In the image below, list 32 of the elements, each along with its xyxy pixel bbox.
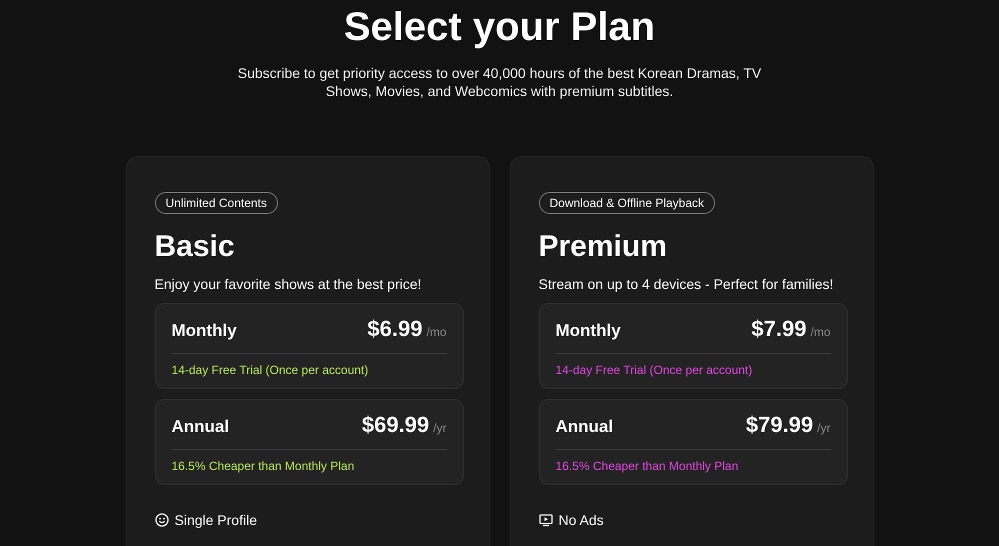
price-unit: /mo [810,325,830,339]
option-note: 16.5% Cheaper than Monthly Plan [556,459,740,474]
page-title: Select your Plan [342,4,656,51]
price-option[interactable]: Annual $79.99 /yr 16.5% Cheaper than Monthly Plan [538,399,848,485]
option-note: 16.5% Cheaper than Monthly Plan [172,459,356,474]
price-option[interactable]: Monthly $7.99 /mo 14-day Free Trial (Once per account) [538,303,848,389]
billing-period: Monthly [172,320,237,342]
price: $7.99 [751,316,806,341]
option-note: 14-day Free Trial (Once per account) [172,363,370,378]
option-note: 14-day Free Trial (Once per account) [556,363,754,378]
plan-name: Premium [538,229,668,265]
feature-label: No Ads [558,511,604,529]
billing-period: Annual [556,416,614,438]
price-unit: /yr [817,421,830,435]
tv-icon [538,513,552,527]
price-unit: /yr [433,421,446,435]
price-option[interactable]: Annual $69.99 /yr 16.5% Cheaper than Monthly Plan [154,399,464,485]
plan-tag: Download & Offline Playback [538,192,716,214]
price: $69.99 [362,412,430,437]
price: $79.99 [746,412,814,437]
page-subtitle: Subscribe to get priority access to over 40,000 hours of the best Korean Dramas, TV Shows, Movies, and Webcomics with premium subtitles. [236,64,762,100]
plan-description: Enjoy your favorite shows at the best price! [154,275,422,293]
smiley-icon [154,513,168,527]
plan-name: Basic [154,229,236,265]
billing-period: Monthly [556,320,621,342]
price: $6.99 [367,316,422,341]
feature-label: Single Profile [174,511,257,529]
billing-period: Annual [172,416,230,438]
plan-description: Stream on up to 4 devices - Perfect for families! [538,275,834,293]
price-unit: /mo [426,325,446,339]
plan-tag: Unlimited Contents [154,192,278,214]
price-option[interactable]: Monthly $6.99 /mo 14-day Free Trial (Once per account) [154,303,464,389]
